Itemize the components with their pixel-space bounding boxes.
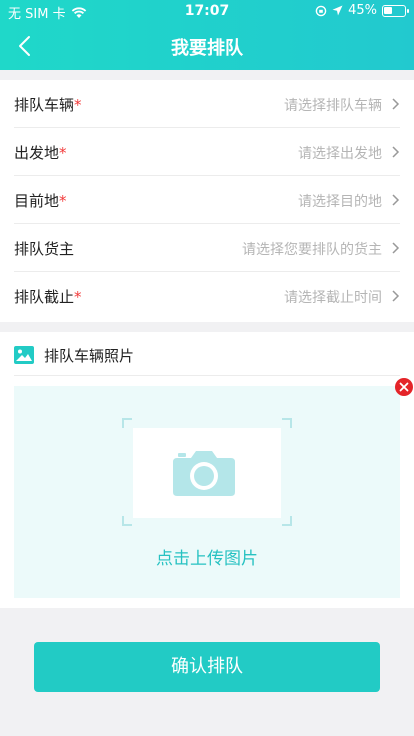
form-row-vehicle[interactable]: 排队车辆* 请选择排队车辆 xyxy=(14,80,400,128)
orientation-lock-icon xyxy=(315,5,327,16)
photo-title: 排队车辆照片 xyxy=(44,347,135,365)
shipper-label-wrap: 排队货主 xyxy=(14,238,74,259)
app-header: 无 SIM 卡 17:07 45% 我要排队 xyxy=(0,0,414,70)
shipper-placeholder: 请选择您要排队的货主 xyxy=(242,242,382,258)
deadline-label: 排队截止 xyxy=(14,288,75,306)
required-mark: * xyxy=(74,288,82,306)
form-row-deadline[interactable]: 排队截止* 请选择截止时间 xyxy=(14,272,400,320)
vehicle-label: 排队车辆 xyxy=(14,96,75,114)
origin-label: 出发地 xyxy=(14,144,60,162)
deadline-placeholder: 请选择截止时间 xyxy=(284,290,382,306)
battery-level xyxy=(384,6,392,14)
image-icon xyxy=(14,346,34,364)
vehicle-label-wrap: 排队车辆* xyxy=(14,94,82,115)
destination-placeholder: 请选择目的地 xyxy=(298,194,382,210)
required-mark: * xyxy=(74,96,82,114)
chevron-right-icon xyxy=(392,98,400,110)
chevron-right-icon xyxy=(392,146,400,158)
vehicle-placeholder: 请选择排队车辆 xyxy=(284,98,382,114)
upload-label: 点击上传图片 xyxy=(156,549,258,569)
location-icon xyxy=(332,5,343,16)
required-mark: * xyxy=(59,144,67,162)
status-bar: 无 SIM 卡 17:07 45% xyxy=(0,0,414,22)
required-mark: * xyxy=(59,192,67,210)
remove-photo-button[interactable] xyxy=(395,378,413,396)
close-icon xyxy=(399,382,409,392)
photo-section: 排队车辆照片 点击上传图片 xyxy=(0,332,414,608)
camera-icon xyxy=(173,451,235,496)
battery-percent: 45% xyxy=(348,3,377,18)
chevron-right-icon xyxy=(392,194,400,206)
chevron-right-icon xyxy=(392,290,400,302)
form-row-shipper[interactable]: 排队货主 请选择您要排队的货主 xyxy=(14,224,400,272)
queue-form: 排队车辆* 请选择排队车辆 出发地* 请选择出发地 目前地* 请选择目的地 排队… xyxy=(0,80,414,322)
deadline-label-wrap: 排队截止* xyxy=(14,286,82,307)
upload-area[interactable]: 点击上传图片 xyxy=(14,386,400,598)
form-row-destination[interactable]: 目前地* 请选择目的地 xyxy=(14,176,400,224)
shipper-label: 排队货主 xyxy=(14,240,75,258)
chevron-right-icon xyxy=(392,242,400,254)
destination-label-wrap: 目前地* xyxy=(14,190,67,211)
battery-icon xyxy=(382,4,409,17)
page-title: 我要排队 xyxy=(171,38,243,59)
origin-placeholder: 请选择出发地 xyxy=(298,146,382,162)
photo-header: 排队车辆照片 xyxy=(14,344,400,376)
origin-label-wrap: 出发地* xyxy=(14,142,67,163)
form-row-origin[interactable]: 出发地* 请选择出发地 xyxy=(14,128,400,176)
destination-label: 目前地 xyxy=(14,192,60,210)
confirm-queue-button[interactable]: 确认排队 xyxy=(34,642,380,692)
